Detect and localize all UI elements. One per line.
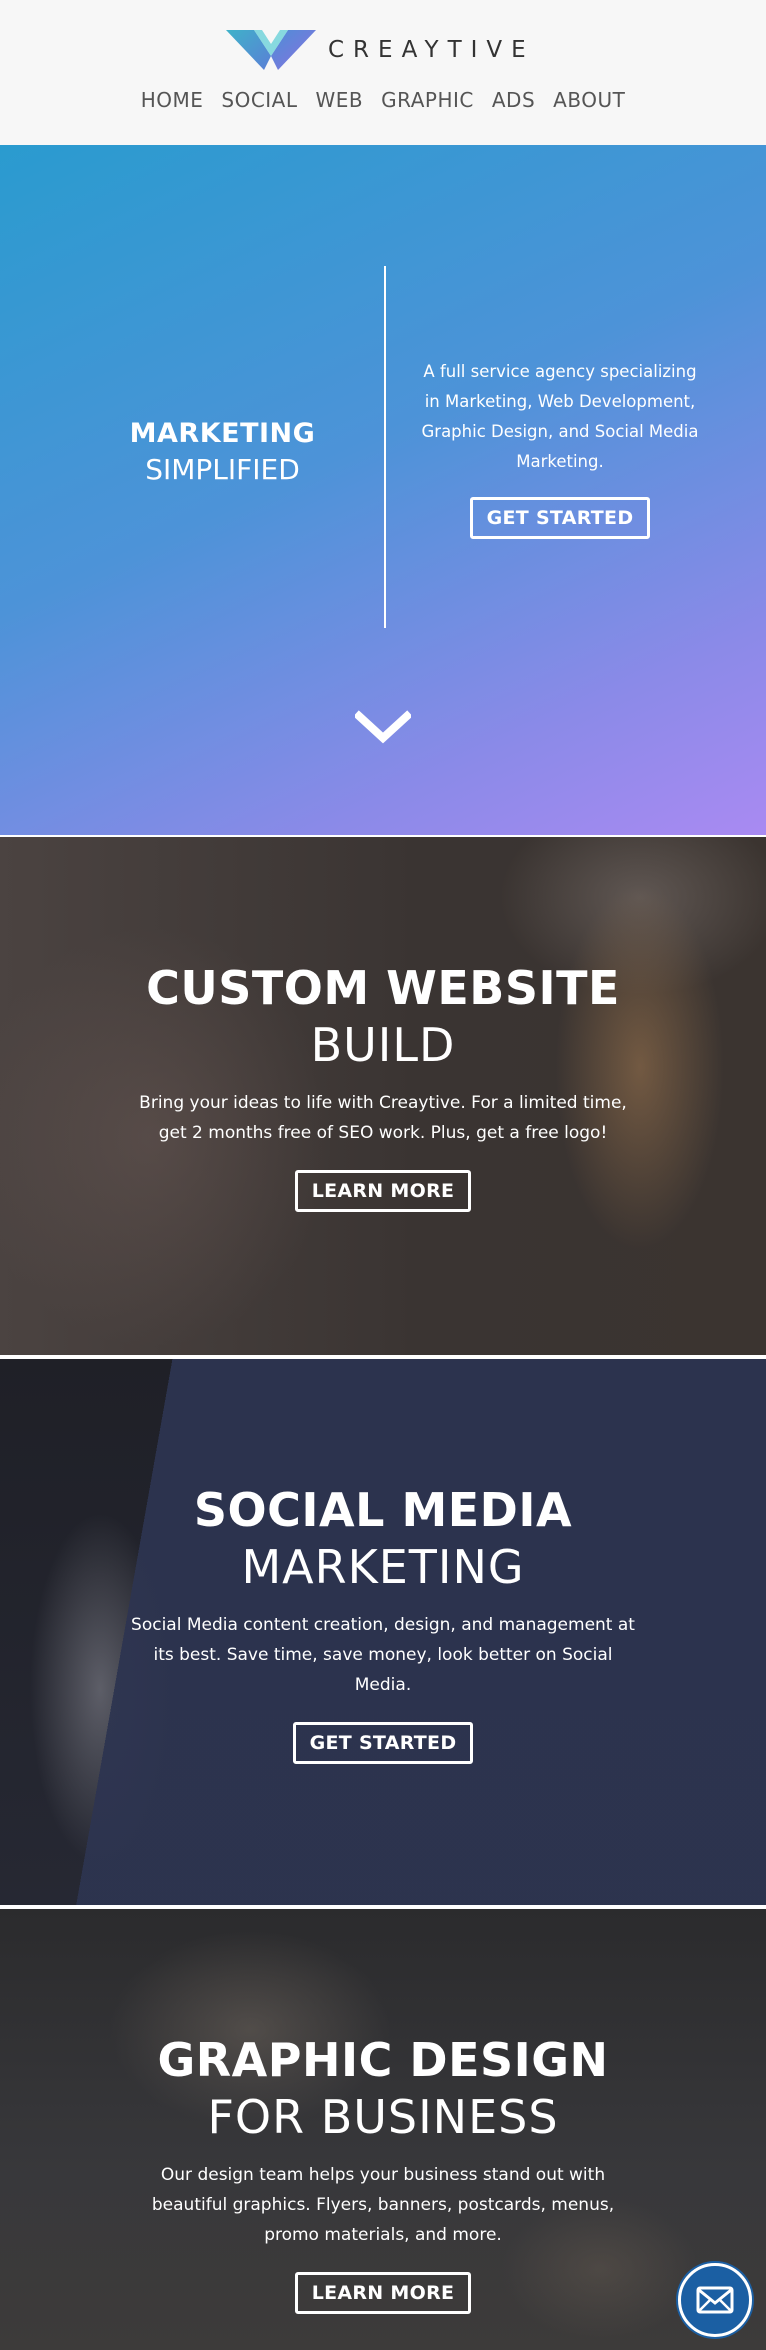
learn-more-button[interactable]: LEARN MORE [294, 2272, 472, 2314]
section-text: Social Media content creation, design, a… [131, 1615, 635, 1695]
custom-website-section: CUSTOM WEBSITE BUILD Bring your ideas to… [0, 837, 766, 1355]
section-subtitle: BUILD [310, 1018, 456, 1072]
section-subtitle: MARKETING [241, 1540, 525, 1594]
site-header: CREAYTIVE HOME SOCIAL WEB GRAPHIC ADS AB… [0, 0, 766, 145]
nav-social[interactable]: SOCIAL [221, 88, 297, 112]
divider-line [0, 1355, 766, 1357]
divider-line [0, 1905, 766, 1907]
hero-heading: MARKETING SIMPLIFIED [60, 418, 385, 486]
hero-get-started-button[interactable]: GET STARTED [469, 497, 651, 539]
main-nav: HOME SOCIAL WEB GRAPHIC ADS ABOUT [0, 88, 766, 112]
chevron-down-icon[interactable] [355, 710, 411, 744]
section-title: GRAPHIC DESIGN [157, 2033, 609, 2087]
hero-heading-light: SIMPLIFIED [145, 453, 300, 486]
graphic-design-section: GRAPHIC DESIGN FOR BUSINESS Our design t… [0, 1909, 766, 2350]
section-title: SOCIAL MEDIA [193, 1483, 573, 1537]
learn-more-button[interactable]: LEARN MORE [294, 1170, 472, 1212]
hero-description: A full service agency specializing in Ma… [421, 362, 699, 471]
nav-home[interactable]: HOME [141, 88, 204, 112]
social-media-section: SOCIAL MEDIA MARKETING Social Media cont… [0, 1359, 766, 1905]
hero-heading-strong: MARKETING [129, 418, 316, 449]
nav-about[interactable]: ABOUT [553, 88, 625, 112]
logo-text: CREAYTIVE [328, 37, 535, 63]
section-text: Bring your ideas to life with Creaytive.… [139, 1093, 627, 1143]
logo[interactable]: CREAYTIVE [224, 26, 535, 74]
envelope-icon [696, 2286, 734, 2314]
nav-ads[interactable]: ADS [492, 88, 535, 112]
contact-mail-button[interactable] [678, 2263, 752, 2337]
section-text: Our design team helps your business stan… [151, 2165, 615, 2245]
hero-intro: A full service agency specializing in Ma… [420, 357, 700, 539]
logo-mark-icon [226, 30, 316, 70]
get-started-button[interactable]: GET STARTED [292, 1722, 474, 1764]
nav-graphic[interactable]: GRAPHIC [381, 88, 474, 112]
nav-web[interactable]: WEB [316, 88, 364, 112]
section-title: CUSTOM WEBSITE [146, 961, 620, 1015]
hero-divider [384, 266, 386, 628]
hero-section: MARKETING SIMPLIFIED A full service agen… [0, 145, 766, 835]
section-subtitle: FOR BUSINESS [207, 2090, 559, 2144]
